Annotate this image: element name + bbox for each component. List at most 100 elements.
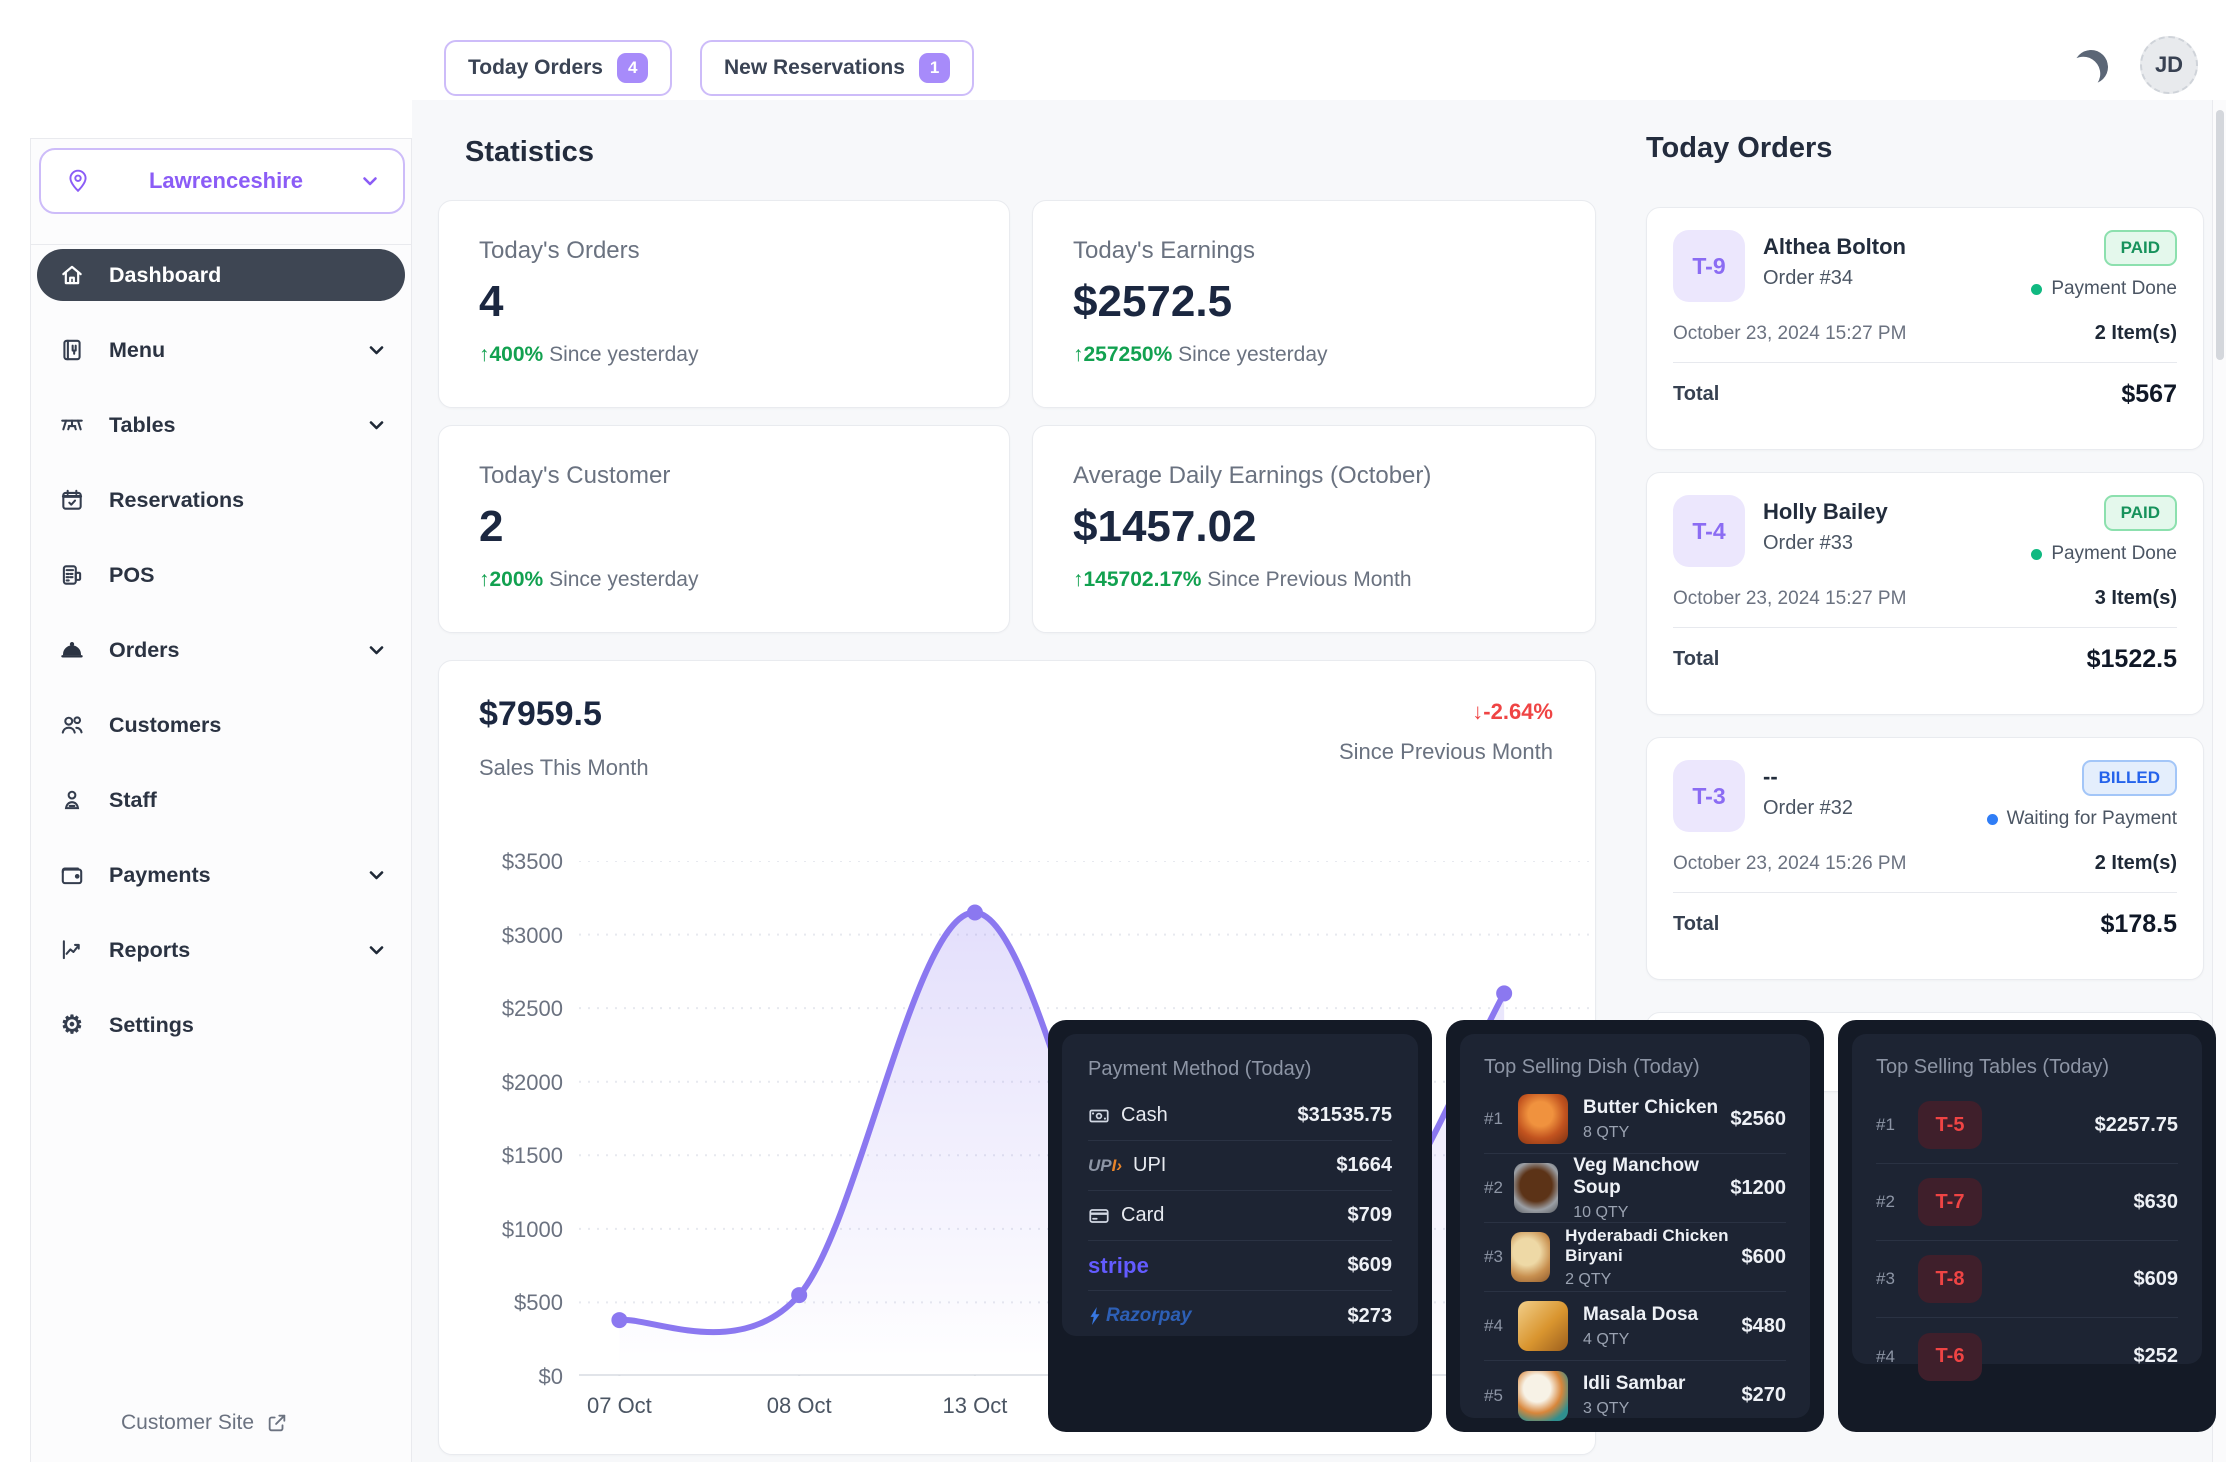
dish-qty: 10 QTY [1573, 1204, 1730, 1222]
sidebar-item-label: Tables [109, 413, 344, 438]
new-reservations-button-label: New Reservations [724, 56, 905, 80]
sidebar-item-label: Menu [109, 338, 344, 363]
order-date: October 23, 2024 15:27 PM [1673, 588, 1906, 610]
dish-name: Masala Dosa [1583, 1304, 1698, 1326]
sidebar-item-settings[interactable]: ⚙ Settings [37, 999, 405, 1051]
sidebar-item-label: Reservations [109, 488, 385, 513]
dish-photo [1518, 1371, 1568, 1421]
sidebar-item-payments[interactable]: Payments [37, 849, 405, 901]
table-icon [59, 412, 85, 438]
new-reservations-button[interactable]: New Reservations 1 [700, 40, 974, 96]
dish-rank: #3 [1484, 1247, 1509, 1267]
stat-delta-pct: 145702.17% [1084, 568, 1202, 591]
dish-rank: #1 [1484, 1109, 1516, 1129]
order-date: October 23, 2024 15:27 PM [1673, 323, 1906, 345]
sidebar-item-pos[interactable]: POS [37, 549, 405, 601]
sidebar-item-label: Dashboard [109, 263, 385, 288]
user-avatar[interactable]: JD [2140, 36, 2198, 94]
today-orders-button[interactable]: Today Orders 4 [444, 40, 672, 96]
payment-method-panel: Payment Method (Today) Cash $31535.75 UP… [1048, 1020, 1432, 1432]
dish-name: Butter Chicken [1583, 1097, 1718, 1119]
payment-amount: $31535.75 [1297, 1104, 1392, 1127]
y-tick-label: $1500 [502, 1143, 563, 1169]
sidebar-item-reservations[interactable]: Reservations [37, 474, 405, 526]
chevron-down-icon [368, 643, 385, 657]
stat-delta-pct: 257250% [1084, 343, 1173, 366]
sidebar-item-staff[interactable]: Staff [37, 774, 405, 826]
payment-amount: $709 [1348, 1204, 1393, 1227]
cash-icon [1088, 1105, 1110, 1127]
sidebar-item-customers[interactable]: Customers [37, 699, 405, 751]
status-dot [1987, 814, 1998, 825]
dish-price: $2560 [1730, 1108, 1786, 1131]
table-amount: $2257.75 [2095, 1114, 2178, 1137]
chevron-down-icon [361, 174, 379, 188]
y-tick-label: $500 [514, 1290, 563, 1316]
card-divider [1673, 362, 2177, 363]
y-tick-label: $3000 [502, 923, 563, 949]
stat-label: Today's Orders [479, 237, 969, 265]
y-tick-label: $0 [539, 1364, 563, 1390]
status-dot [2031, 549, 2042, 560]
dark-mode-moon-icon[interactable] [2071, 47, 2111, 87]
users-icon [59, 712, 85, 738]
card-divider [1673, 892, 2177, 893]
customer-name: -- [1763, 764, 1853, 790]
chevron-down-icon [368, 868, 385, 882]
table-chip-red: T-5 [1918, 1101, 1982, 1149]
new-reservations-count-badge: 1 [919, 53, 950, 83]
menu-book-icon [59, 337, 85, 363]
payment-row: stripe $609 [1088, 1241, 1392, 1291]
dish-rank: #2 [1484, 1178, 1512, 1198]
sidebar-item-menu[interactable]: Menu [37, 324, 405, 376]
sidebar-item-label: Customers [109, 713, 385, 738]
statistics-heading: Statistics [465, 136, 594, 169]
sidebar-item-tables[interactable]: Tables [37, 399, 405, 451]
sidebar-nav: Dashboard Menu Tables Reservations POS O… [37, 249, 405, 1051]
sales-delta-note: Since Previous Month [1339, 739, 1553, 765]
table-amount: $252 [2134, 1345, 2179, 1368]
table-rank: #2 [1876, 1192, 1908, 1212]
payment-amount: $273 [1348, 1305, 1393, 1328]
customer-name: Althea Bolton [1763, 234, 1906, 260]
x-tick-label: 08 Oct [767, 1393, 832, 1419]
payment-amount: $1664 [1336, 1154, 1392, 1177]
stat-delta-pct: 200% [490, 568, 544, 591]
table-row: #3 T-8 $609 [1876, 1241, 2178, 1318]
top-selling-tables-panel: Top Selling Tables (Today) #1 T-5 $2257.… [1838, 1020, 2216, 1432]
x-tick-label: 07 Oct [587, 1393, 652, 1419]
sidebar-item-reports[interactable]: Reports [37, 924, 405, 976]
stat-label: Today's Earnings [1073, 237, 1555, 265]
dish-name: Veg Manchow Soup [1573, 1155, 1730, 1199]
order-card: T-3 -- Order #32 BILLED Waiting for Paym… [1646, 737, 2204, 980]
total-label: Total [1673, 913, 1719, 936]
today-orders-button-label: Today Orders [468, 56, 603, 80]
card-icon [1088, 1205, 1110, 1227]
order-card: T-4 Holly Bailey Order #33 PAID Payment … [1646, 472, 2204, 715]
cloche-icon [59, 637, 85, 663]
stat-value: $1457.02 [1073, 502, 1555, 552]
sales-subtitle: Sales This Month [479, 755, 649, 781]
tables-panel-title: Top Selling Tables (Today) [1876, 1056, 2178, 1079]
dish-qty: 2 QTY [1565, 1271, 1741, 1289]
stat-label: Average Daily Earnings (October) [1073, 462, 1555, 490]
map-pin-icon [65, 168, 91, 194]
chevron-down-icon [368, 343, 385, 357]
y-tick-label: $1000 [502, 1217, 563, 1243]
stat-card-todays-orders: Today's Orders 4 ↑400% Since yesterday [438, 200, 1010, 408]
customer-site-link[interactable]: Customer Site [121, 1411, 288, 1435]
dish-name: Hyderabadi Chicken Biryani [1565, 1226, 1741, 1266]
sidebar-item-dashboard[interactable]: Dashboard [37, 249, 405, 301]
y-tick-label: $2500 [502, 996, 563, 1022]
order-items-count: 3 Item(s) [2095, 587, 2177, 610]
order-total: $567 [2121, 380, 2177, 409]
status-badge: PAID [2104, 230, 2177, 266]
sidebar-divider [31, 244, 411, 245]
y-tick-label: $2000 [502, 1070, 563, 1096]
card-divider [1673, 627, 2177, 628]
today-orders-count-badge: 4 [617, 53, 648, 83]
sidebar-item-orders[interactable]: Orders [37, 624, 405, 676]
delta-up-arrow: ↑ [1073, 568, 1084, 591]
scrollbar-thumb[interactable] [2216, 110, 2224, 360]
location-selector[interactable]: Lawrenceshire [39, 148, 405, 214]
